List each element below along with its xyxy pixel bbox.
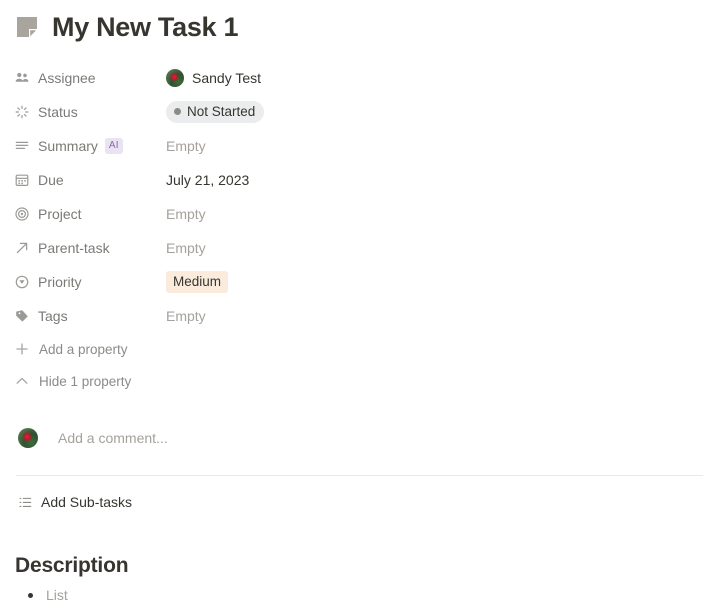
status-text: Not Started — [187, 104, 255, 119]
priority-badge[interactable]: Medium — [166, 271, 228, 293]
add-property-button[interactable]: Add a property — [14, 333, 719, 365]
property-value-parent-task[interactable]: Empty — [166, 236, 206, 260]
description-heading: Description — [0, 554, 719, 578]
property-value-status[interactable]: Not Started — [166, 100, 264, 124]
property-label-due[interactable]: Due — [14, 172, 166, 188]
target-icon — [14, 206, 30, 222]
hide-properties-button[interactable]: Hide 1 property — [14, 365, 719, 397]
property-label-assignee[interactable]: Assignee — [14, 70, 166, 86]
plus-icon — [14, 341, 30, 357]
property-label-status[interactable]: Status — [14, 104, 166, 120]
property-label-parent-task[interactable]: Parent-task — [14, 240, 166, 256]
property-label-project[interactable]: Project — [14, 206, 166, 222]
text-lines-icon — [14, 138, 30, 154]
add-subtasks-button[interactable]: Add Sub-tasks — [0, 491, 719, 513]
comment-composer[interactable]: Add a comment... — [0, 425, 719, 451]
status-dot-icon — [174, 108, 181, 115]
page-dogear-icon — [14, 14, 40, 40]
people-icon — [14, 70, 30, 86]
avatar — [166, 69, 184, 87]
property-label-text: Priority — [38, 274, 82, 290]
chevron-up-icon — [14, 373, 30, 389]
property-label-tags[interactable]: Tags — [14, 308, 166, 324]
spinner-icon — [14, 104, 30, 120]
property-row-assignee: Assignee Sandy Test — [14, 61, 719, 95]
page-header: My New Task 1 — [0, 0, 719, 48]
list-icon — [18, 495, 33, 510]
property-value-project[interactable]: Empty — [166, 202, 206, 226]
property-row-status: Status Not Started — [14, 95, 719, 129]
property-label-text: Project — [38, 206, 82, 222]
arrow-up-right-icon — [14, 240, 30, 256]
property-label-text: Due — [38, 172, 64, 188]
property-label-text: Tags — [38, 308, 68, 324]
ai-badge: AI — [105, 138, 123, 154]
property-label-text: Status — [38, 104, 78, 120]
property-list: Assignee Sandy Test — [0, 61, 719, 397]
property-value-summary[interactable]: Empty — [166, 134, 206, 158]
list-item-text: List — [46, 587, 68, 603]
add-subtasks-label: Add Sub-tasks — [41, 494, 132, 510]
property-value-due[interactable]: July 21, 2023 — [166, 168, 249, 192]
property-value-priority[interactable]: Medium — [166, 270, 228, 294]
property-row-priority: Priority Medium — [14, 265, 719, 299]
assignee-name: Sandy Test — [192, 70, 261, 86]
property-label-text: Assignee — [38, 70, 96, 86]
calendar-icon — [14, 172, 30, 188]
property-label-text: Parent-task — [38, 240, 110, 256]
property-row-summary: Summary AI Empty — [14, 129, 719, 163]
section-divider — [16, 475, 703, 476]
list-item[interactable]: List — [15, 587, 719, 603]
property-label-text: Summary — [38, 138, 98, 154]
property-row-parent-task: Parent-task Empty — [14, 231, 719, 265]
add-property-label: Add a property — [39, 342, 128, 357]
property-value-tags[interactable]: Empty — [166, 304, 206, 328]
hide-properties-label: Hide 1 property — [39, 374, 131, 389]
property-row-tags: Tags Empty — [14, 299, 719, 333]
status-badge[interactable]: Not Started — [166, 101, 264, 123]
assignee-chip[interactable]: Sandy Test — [166, 69, 261, 87]
property-label-summary[interactable]: Summary AI — [14, 138, 166, 154]
page-title[interactable]: My New Task 1 — [52, 14, 238, 41]
bullet-icon — [28, 593, 33, 598]
property-value-assignee[interactable]: Sandy Test — [166, 66, 261, 90]
tag-icon — [14, 308, 30, 324]
property-row-due: Due July 21, 2023 — [14, 163, 719, 197]
property-label-priority[interactable]: Priority — [14, 274, 166, 290]
description-list: List — [0, 587, 719, 603]
circle-chevron-down-icon — [14, 274, 30, 290]
comment-avatar — [18, 428, 38, 448]
comment-input-placeholder[interactable]: Add a comment... — [58, 430, 168, 446]
property-row-project: Project Empty — [14, 197, 719, 231]
